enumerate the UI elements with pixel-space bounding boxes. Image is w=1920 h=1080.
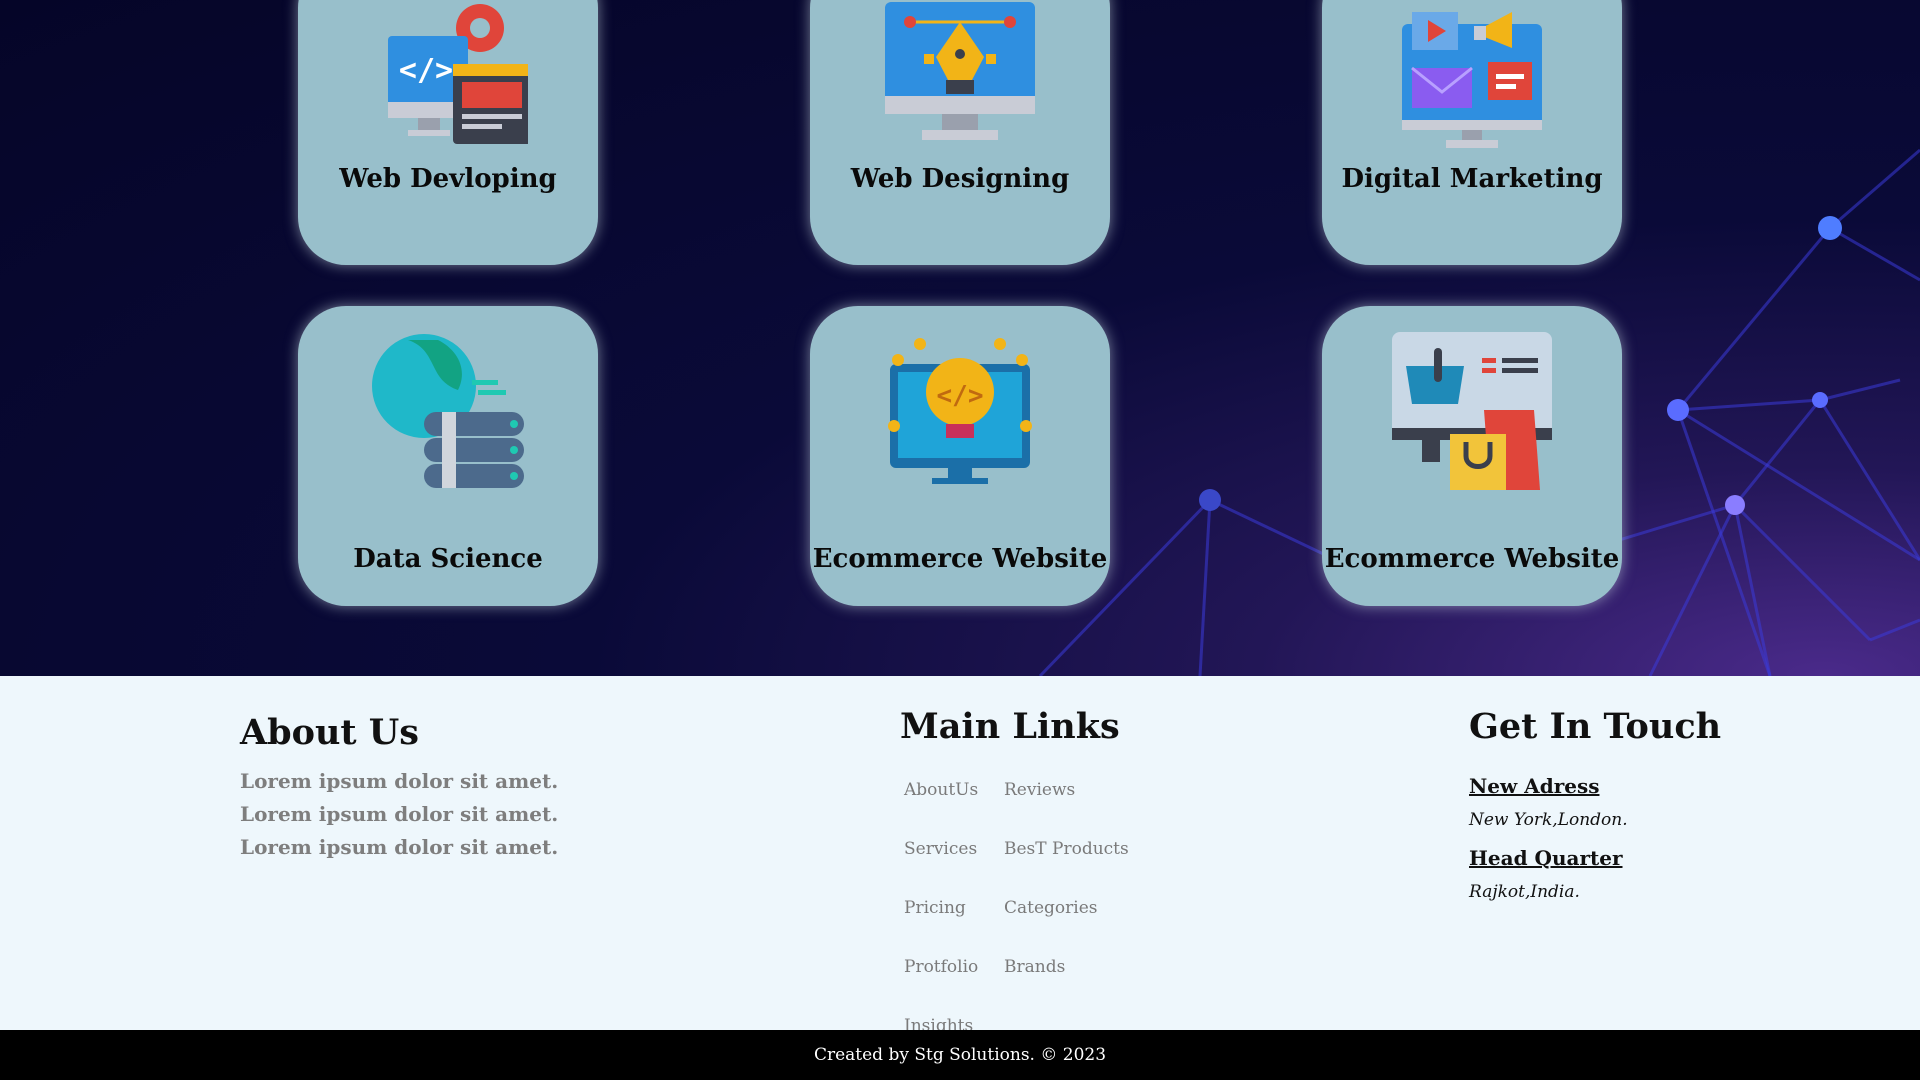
about-line: Lorem ipsum dolor sit amet. bbox=[240, 835, 559, 859]
service-card[interactable]: </> Ecommerce Website bbox=[810, 306, 1110, 606]
link-portfolio[interactable]: Protfolio bbox=[904, 957, 978, 977]
service-title: Data Science bbox=[353, 544, 543, 574]
idea-monitor-icon: </> bbox=[888, 338, 1032, 484]
web-developing-icon: </> bbox=[388, 4, 528, 144]
footer: About Us Lorem ipsum dolor sit amet. Lor… bbox=[0, 676, 1920, 1036]
service-title: Ecommerce Website bbox=[812, 544, 1108, 574]
service-card[interactable]: Data Science bbox=[298, 306, 598, 606]
svg-text:</>: </> bbox=[937, 381, 984, 411]
link-best-products[interactable]: BesT Products bbox=[1004, 839, 1129, 859]
service-card[interactable]: Web Designing bbox=[810, 0, 1110, 265]
service-card[interactable]: </> Web Devloping bbox=[298, 0, 598, 265]
data-science-icon bbox=[372, 334, 524, 488]
hq-label: Head Quarter bbox=[1469, 846, 1623, 870]
link-aboutus[interactable]: AboutUs bbox=[904, 780, 978, 800]
service-card[interactable]: Ecommerce Website bbox=[1322, 306, 1622, 606]
service-title: Ecommerce Website bbox=[1324, 544, 1620, 574]
about-line: Lorem ipsum dolor sit amet. bbox=[240, 802, 559, 826]
link-categories[interactable]: Categories bbox=[1004, 898, 1098, 918]
address-label: New Adress bbox=[1469, 774, 1600, 798]
link-reviews[interactable]: Reviews bbox=[1004, 780, 1075, 800]
link-pricing[interactable]: Pricing bbox=[904, 898, 966, 918]
copyright-bar: Created by Stg Solutions. © 2023 bbox=[0, 1030, 1920, 1080]
address-value: New York,London. bbox=[1469, 810, 1628, 830]
link-services[interactable]: Services bbox=[904, 839, 977, 859]
shopping-bag-icon bbox=[1392, 332, 1552, 490]
service-title: Digital Marketing bbox=[1341, 164, 1603, 194]
service-card[interactable]: Digital Marketing bbox=[1322, 0, 1622, 265]
about-heading: About Us bbox=[240, 712, 419, 753]
get-in-touch-heading: Get In Touch bbox=[1469, 706, 1722, 747]
about-section: About Us Lorem ipsum dolor sit amet. Lor… bbox=[240, 712, 558, 864]
hq-value: Rajkot,India. bbox=[1469, 882, 1580, 902]
link-brands[interactable]: Brands bbox=[1004, 957, 1065, 977]
digital-marketing-icon bbox=[1402, 12, 1542, 148]
get-in-touch-section: Get In Touch New Adress New York,London.… bbox=[1469, 706, 1722, 902]
service-title: Web Devloping bbox=[339, 164, 557, 194]
svg-text:</>: </> bbox=[399, 53, 453, 88]
services-section: </> Web Devloping Web Designing Digital … bbox=[0, 0, 1920, 676]
main-links-heading: Main Links bbox=[900, 706, 1120, 747]
web-designing-icon bbox=[885, 2, 1035, 140]
about-line: Lorem ipsum dolor sit amet. bbox=[240, 769, 559, 793]
service-title: Web Designing bbox=[850, 164, 1070, 194]
main-links-section: Main Links AboutUs Services Pricing Prot… bbox=[900, 706, 1129, 1036]
